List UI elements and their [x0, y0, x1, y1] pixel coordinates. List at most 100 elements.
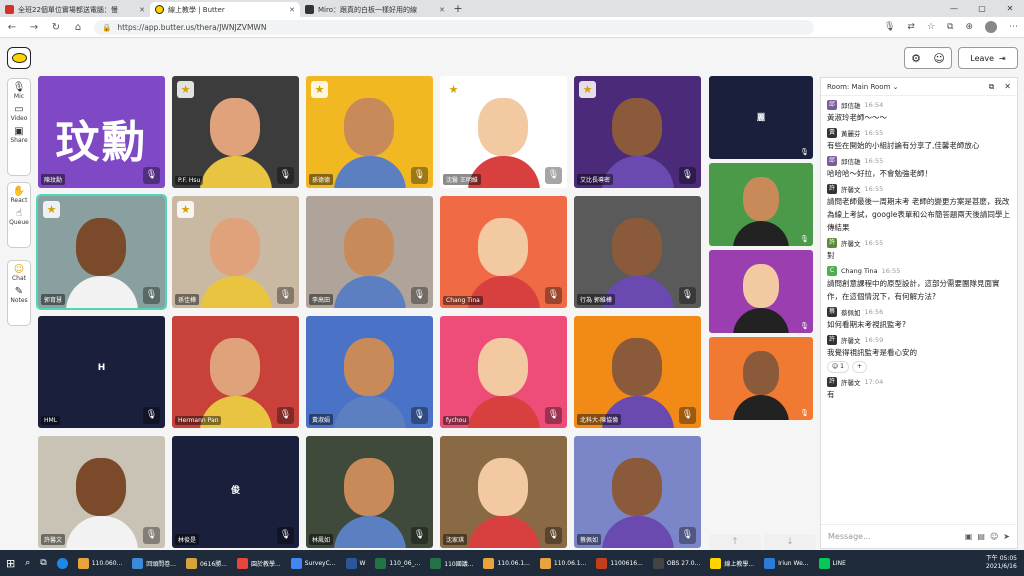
react-button[interactable]: ✋ React	[11, 186, 28, 204]
taskbar-app[interactable]: Iriun We...	[761, 553, 811, 573]
spotlight-star-icon[interactable]: ★	[311, 81, 328, 98]
collections-icon[interactable]: ⧉	[947, 22, 953, 32]
avatar-head	[743, 351, 779, 395]
taskbar-app[interactable]: W	[343, 553, 369, 573]
compose-bar: Message... ▣ ▤ ☺ ➤	[821, 524, 1017, 548]
taskbar-app[interactable]: 1100616...	[593, 553, 645, 573]
taskbar-app[interactable]: 園於教學...	[234, 553, 284, 573]
participant-tile[interactable]: fychou 🎙	[440, 316, 567, 428]
task-view-icon[interactable]: ⧉	[37, 553, 49, 573]
participant-tile-small[interactable]: 🎙	[709, 250, 813, 333]
participants-icon[interactable]: ☺	[933, 52, 944, 65]
home-icon[interactable]: ⌂	[72, 22, 84, 33]
participant-tile[interactable]: ★ P.F. Hsu 🎙	[172, 76, 299, 188]
participant-tile[interactable]: Hermann Pan 🎙	[172, 316, 299, 428]
close-tab-icon[interactable]: ✕	[289, 6, 295, 14]
participant-name: 黃淑娟	[309, 414, 334, 425]
leave-button[interactable]: Leave ⇥	[958, 47, 1018, 69]
taskbar-app[interactable]: 110_06_...	[372, 553, 423, 573]
taskbar-app[interactable]: 110國議...	[427, 553, 476, 573]
close-chat-icon[interactable]: ✕	[1004, 82, 1011, 92]
app-icon	[77, 557, 89, 569]
participant-tile[interactable]: 北科大-陳協倫 🎙	[574, 316, 701, 428]
reaction-pill[interactable]: ☺ 1	[827, 361, 849, 373]
new-tab-button[interactable]: +	[450, 2, 466, 17]
popout-icon[interactable]: ⧉	[989, 82, 995, 92]
participant-tile[interactable]: ★ 沈醫 王明維 🎙	[440, 76, 567, 188]
share-button[interactable]: ▣ Share	[10, 126, 27, 144]
browser-tab[interactable]: Miro：跟真的白板一樣好用的線 ✕	[300, 2, 450, 17]
participant-tile-small[interactable]: 麗 🎙	[709, 76, 813, 159]
participant-tile-small[interactable]: 🎙	[709, 163, 813, 246]
spotlight-star-icon[interactable]: ★	[177, 81, 194, 98]
spotlight-star-icon[interactable]: ★	[579, 81, 596, 98]
taskbar-app[interactable]: 110.06.1...	[537, 553, 589, 573]
participant-tile[interactable]: 玟勳 陳玟勳 🎙	[38, 76, 165, 188]
reload-icon[interactable]: ↻	[50, 22, 62, 33]
extension-icon[interactable]: ⊕	[965, 22, 973, 32]
taskbar-app[interactable]: OBS 27.0...	[650, 553, 704, 573]
settings-icon[interactable]: ⚙	[911, 52, 921, 65]
minimize-icon[interactable]: —	[940, 0, 968, 17]
mic-button[interactable]: 🎙 Mic	[13, 82, 26, 100]
more-menu-icon[interactable]: ⋯	[1009, 22, 1018, 32]
participant-tile[interactable]: 許馨文 🎙	[38, 436, 165, 548]
start-button[interactable]: ⊞	[3, 553, 18, 573]
browser-tab[interactable]: 全班22個單位實場都送電腦：慢 ✕	[0, 2, 150, 17]
forward-icon[interactable]: →	[28, 22, 40, 33]
spotlight-star-icon[interactable]: ★	[43, 201, 60, 218]
scroll-up-button[interactable]: ↑	[709, 534, 761, 550]
taskbar-app[interactable]: SurveyC...	[288, 553, 339, 573]
edge-icon[interactable]	[54, 553, 71, 573]
participant-tile[interactable]: H HML 🎙	[38, 316, 165, 428]
send-icon[interactable]: ➤	[1003, 532, 1010, 541]
search-icon[interactable]: ⌕	[22, 553, 33, 573]
participant-tile[interactable]: ★ 孫德德 🎙	[306, 76, 433, 188]
back-icon[interactable]: ←	[6, 22, 18, 33]
bookmark-star-icon[interactable]: ☆	[927, 22, 935, 32]
participant-tile[interactable]: 李高田 🎙	[306, 196, 433, 308]
notes-button[interactable]: ✎ Notes	[10, 286, 27, 304]
message-header: 邱邱信雄 16:55	[827, 156, 1011, 166]
participant-tile[interactable]: 黃淑娟 🎙	[306, 316, 433, 428]
participant-tile[interactable]: ★ 孫佳樺 🎙	[172, 196, 299, 308]
participant-tile[interactable]: ★ 郭育慧 🎙	[36, 194, 167, 310]
queue-button[interactable]: ☝ Queue	[9, 208, 29, 226]
translate-icon[interactable]: ⇄	[907, 22, 915, 32]
participant-tile-small[interactable]: 🎙	[709, 337, 813, 420]
scroll-down-button[interactable]: ↓	[764, 534, 816, 550]
taskbar-app[interactable]: LINE	[816, 553, 849, 573]
participant-tile[interactable]: 沈家琪 🎙	[440, 436, 567, 548]
url-input[interactable]: 🔒 https://app.butter.us/thera/JWNJZVMWN	[94, 19, 814, 35]
avatar-body	[733, 221, 789, 246]
participant-tile[interactable]: 蔡佩如 🎙	[574, 436, 701, 548]
participant-tile[interactable]: ★ 艾比長導密 🎙	[574, 76, 701, 188]
add-reaction-button[interactable]: +	[851, 361, 868, 373]
taskbar-app[interactable]: 110.060...	[75, 553, 126, 573]
image-icon[interactable]: ▣	[965, 532, 973, 541]
emoji-icon[interactable]: ☺	[990, 532, 998, 541]
spotlight-star-icon[interactable]: ★	[445, 81, 462, 98]
participant-tile[interactable]: 行為 郭維樺 🎙	[574, 196, 701, 308]
browser-tab-active[interactable]: 線上教學 | Butter ✕	[150, 2, 300, 17]
maximize-icon[interactable]: ▢	[968, 0, 996, 17]
close-tab-icon[interactable]: ✕	[139, 6, 145, 14]
gif-icon[interactable]: ▤	[977, 532, 985, 541]
profile-avatar[interactable]	[985, 21, 997, 33]
taskbar-app[interactable]: 回頭問卷...	[129, 553, 179, 573]
spotlight-star-icon[interactable]: ★	[177, 201, 194, 218]
close-tab-icon[interactable]: ✕	[439, 6, 445, 14]
participant-tile[interactable]: 林鳳如 🎙	[306, 436, 433, 548]
taskbar-app[interactable]: 0616勝...	[183, 553, 230, 573]
taskbar-app[interactable]: 線上教學...	[707, 553, 757, 573]
taskbar-app[interactable]: 110.06.1...	[480, 553, 532, 573]
video-button[interactable]: ▭ Video	[11, 104, 28, 122]
chat-button[interactable]: ☺ Chat	[12, 264, 26, 282]
message-input[interactable]: Message...	[828, 532, 871, 541]
close-window-icon[interactable]: ✕	[996, 0, 1024, 17]
butter-logo[interactable]	[7, 47, 31, 69]
microphone-icon[interactable]: 🎙	[884, 22, 895, 32]
room-selector[interactable]: Room: Main Room ⌄	[827, 83, 898, 91]
participant-tile[interactable]: Chang Tina 🎙	[440, 196, 567, 308]
participant-tile[interactable]: 俊林俊是 🎙	[172, 436, 299, 548]
